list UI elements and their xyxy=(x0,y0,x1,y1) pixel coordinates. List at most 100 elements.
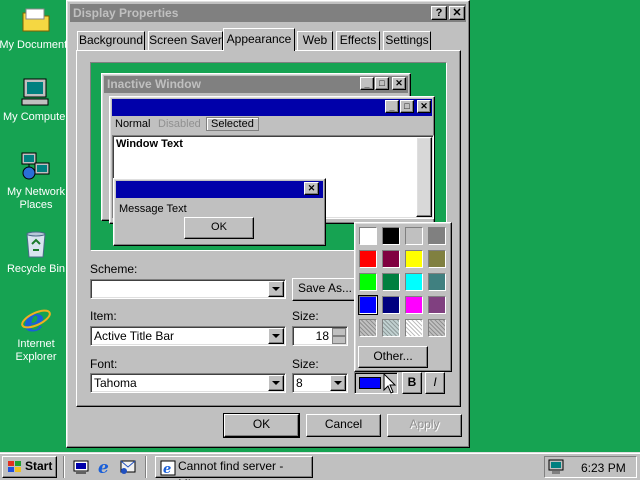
desktop-icon-my-computer[interactable]: My Computer xyxy=(0,76,74,124)
tab-screen-saver[interactable]: Screen Saver xyxy=(148,31,223,50)
desktop-icon-recycle-bin[interactable]: Recycle Bin xyxy=(0,228,74,276)
desktop-icon-label: Internet Explorer xyxy=(15,338,57,363)
preview-message-text: Message Text xyxy=(119,203,187,215)
tab-settings[interactable]: Settings xyxy=(383,31,431,50)
color-swatch[interactable] xyxy=(382,273,400,291)
outlook-quicklaunch-icon[interactable] xyxy=(119,458,137,476)
spin-down-icon[interactable] xyxy=(332,336,346,344)
color-swatch[interactable] xyxy=(405,296,423,314)
italic-button[interactable]: I xyxy=(425,372,445,394)
color-swatch[interactable] xyxy=(359,227,377,245)
desktop-icon-internet-explorer[interactable]: e Internet Explorer xyxy=(0,301,74,364)
apply-button: Apply xyxy=(387,414,462,437)
start-button[interactable]: Start xyxy=(2,456,57,478)
folder-icon xyxy=(20,4,52,36)
save-as-button[interactable]: Save As... xyxy=(292,278,358,301)
bold-button[interactable]: B xyxy=(402,372,422,394)
item-select[interactable]: Active Title Bar xyxy=(90,326,286,346)
chevron-down-icon[interactable] xyxy=(268,375,284,391)
color-swatch[interactable] xyxy=(359,319,377,337)
tab-appearance[interactable]: Appearance xyxy=(223,28,295,51)
dialog-title: Display Properties xyxy=(73,6,179,20)
maximize-icon: □ xyxy=(400,100,414,113)
maximize-icon: □ xyxy=(375,77,389,90)
item-size-stepper[interactable]: 18 xyxy=(292,326,348,346)
taskbar-separator xyxy=(145,456,147,478)
font-label: Font: xyxy=(90,357,118,371)
color-swatch[interactable] xyxy=(428,250,446,268)
color-swatch[interactable] xyxy=(428,273,446,291)
color-swatch[interactable] xyxy=(405,227,423,245)
svg-text:e: e xyxy=(24,303,44,335)
clock[interactable]: 6:23 PM xyxy=(581,461,626,475)
item-size-label: Size: xyxy=(292,309,319,323)
font-size-label: Size: xyxy=(292,357,319,371)
computer-icon xyxy=(20,76,52,108)
ie-icon: e xyxy=(20,301,52,339)
dialog-titlebar[interactable]: Display Properties xyxy=(70,4,466,22)
ok-button[interactable]: OK xyxy=(224,414,299,437)
display-tray-icon[interactable] xyxy=(548,459,564,475)
taskbar-separator xyxy=(63,456,65,478)
selected-color-swatch xyxy=(359,377,381,389)
color-swatch[interactable] xyxy=(359,250,377,268)
font-select[interactable]: Tahoma xyxy=(90,373,286,393)
svg-text:e: e xyxy=(163,462,171,476)
taskbar: Start e e Cannot find server - Micr... 6… xyxy=(0,452,640,480)
svg-text:e: e xyxy=(98,458,109,476)
close-icon: ✕ xyxy=(392,77,406,90)
cancel-button[interactable]: Cancel xyxy=(306,414,381,437)
color-swatch[interactable] xyxy=(358,295,378,315)
color-swatch[interactable] xyxy=(428,319,446,337)
color-swatch[interactable] xyxy=(359,273,377,291)
taskbar-task-ie[interactable]: e Cannot find server - Micr... xyxy=(155,456,313,480)
spin-up-icon[interactable] xyxy=(332,328,346,336)
color-swatch[interactable] xyxy=(428,296,446,314)
chevron-down-icon[interactable] xyxy=(268,328,284,344)
tab-web[interactable]: Web xyxy=(297,31,333,50)
ie-icon: e xyxy=(160,460,176,476)
scheme-select[interactable] xyxy=(90,279,286,299)
desktop-icon-label: Recycle Bin xyxy=(6,263,66,275)
ie-quicklaunch-icon[interactable]: e xyxy=(96,458,114,476)
chevron-down-icon[interactable] xyxy=(330,375,346,391)
desktop-icon-label: My Documents xyxy=(0,39,73,51)
desktop-icon-my-network-places[interactable]: My Network Places xyxy=(0,151,74,212)
preview-message-box: Message Box ✕ Message Text OK xyxy=(113,178,326,246)
mouse-cursor-icon xyxy=(383,373,397,394)
color-swatch[interactable] xyxy=(382,296,400,314)
preview-ok-button: OK xyxy=(184,217,254,239)
item-label: Item: xyxy=(90,309,117,323)
color-swatch[interactable] xyxy=(382,250,400,268)
color-swatch[interactable] xyxy=(405,273,423,291)
network-icon xyxy=(20,151,52,183)
help-button[interactable]: ? xyxy=(431,6,447,20)
preview-message-titlebar: Message Box xyxy=(116,181,323,198)
preview-scrollbar xyxy=(416,137,432,217)
color-swatch[interactable] xyxy=(405,250,423,268)
recycle-bin-icon xyxy=(20,228,52,260)
system-tray: 6:23 PM xyxy=(544,456,637,478)
tab-background[interactable]: Background xyxy=(77,31,145,50)
windows-logo-icon xyxy=(8,461,21,472)
close-icon: ✕ xyxy=(304,182,319,195)
close-button[interactable]: ✕ xyxy=(449,6,465,20)
preview-menu-disabled: Disabled xyxy=(158,118,201,130)
show-desktop-icon[interactable] xyxy=(73,459,89,475)
font-size-select[interactable]: 8 xyxy=(292,373,348,393)
desktop-icon-my-documents[interactable]: My Documents xyxy=(0,4,74,52)
color-swatch[interactable] xyxy=(382,319,400,337)
chevron-down-icon[interactable] xyxy=(268,281,284,297)
color-swatch[interactable] xyxy=(382,227,400,245)
close-icon: ✕ xyxy=(452,7,462,19)
color-swatch[interactable] xyxy=(428,227,446,245)
scheme-label: Scheme: xyxy=(90,262,138,276)
preview-active-titlebar: Active Window xyxy=(112,99,432,116)
color-swatch[interactable] xyxy=(405,319,423,337)
tab-effects[interactable]: Effects xyxy=(336,31,380,50)
minimize-icon: _ xyxy=(385,100,399,113)
minimize-icon: _ xyxy=(360,77,374,90)
other-color-button[interactable]: Other... xyxy=(358,346,428,368)
preview-window-text: Window Text xyxy=(116,138,183,150)
close-icon: ✕ xyxy=(417,100,431,113)
